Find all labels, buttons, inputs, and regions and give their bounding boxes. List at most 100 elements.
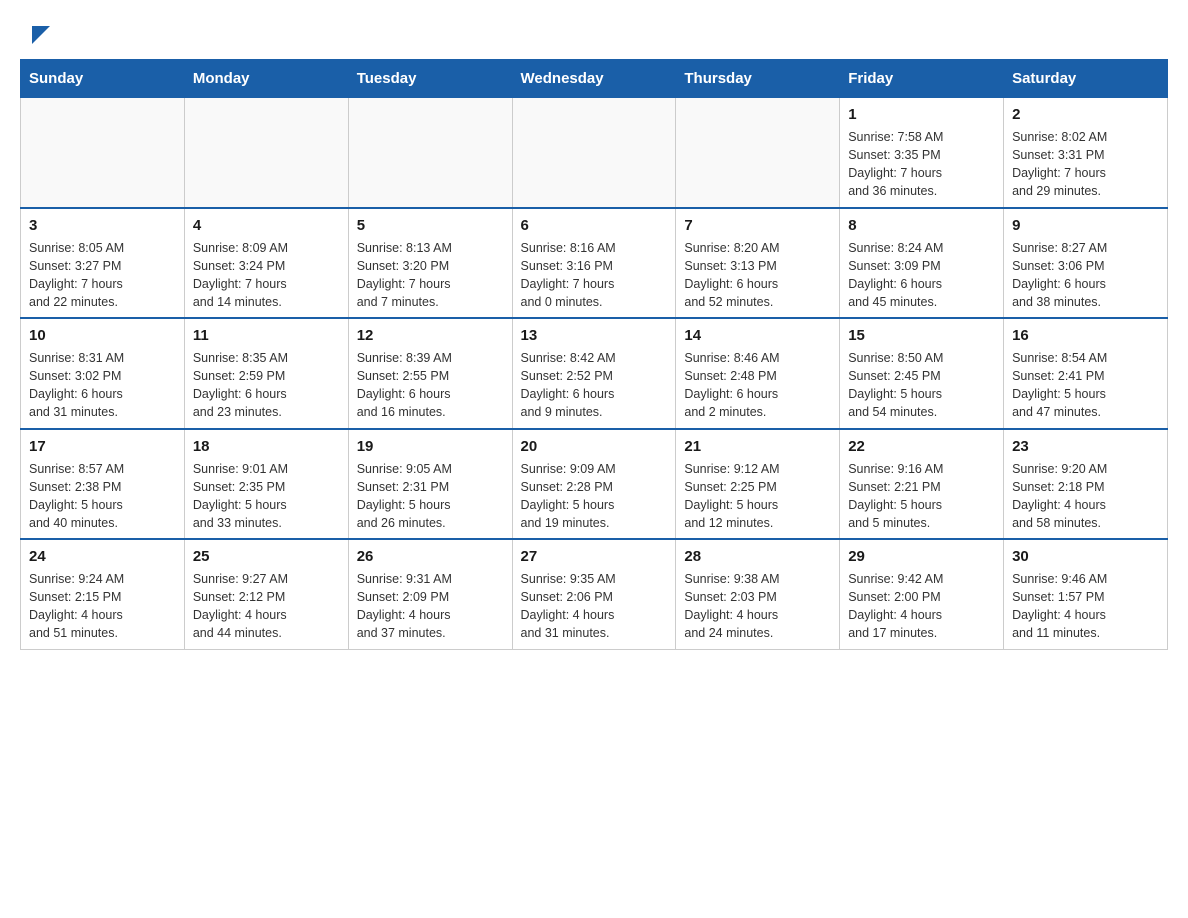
logo: Blue	[30, 20, 54, 49]
day-info: Sunrise: 8:39 AMSunset: 2:55 PMDaylight:…	[357, 349, 504, 422]
calendar-cell: 24 Sunrise: 9:24 AMSunset: 2:15 PMDayligh…	[21, 539, 185, 649]
weekday-header-monday: Monday	[184, 60, 348, 98]
calendar-cell: 23 Sunrise: 9:20 AMSunset: 2:18 PMDayligh…	[1004, 429, 1168, 540]
calendar-cell: 20 Sunrise: 9:09 AMSunset: 2:28 PMDayligh…	[512, 429, 676, 540]
calendar-table: SundayMondayTuesdayWednesdayThursdayFrid…	[20, 59, 1168, 650]
day-info: Sunrise: 8:13 AMSunset: 3:20 PMDaylight:…	[357, 239, 504, 312]
calendar-cell	[348, 98, 512, 208]
calendar-cell: 29 Sunrise: 9:42 AMSunset: 2:00 PMDayligh…	[840, 539, 1004, 649]
day-number: 23	[1012, 436, 1159, 457]
day-number: 21	[684, 436, 831, 457]
calendar-week-row: 10 Sunrise: 8:31 AMSunset: 3:02 PMDayligh…	[21, 318, 1168, 429]
day-info: Sunrise: 8:16 AMSunset: 3:16 PMDaylight:…	[521, 239, 668, 312]
day-info: Sunrise: 9:12 AMSunset: 2:25 PMDaylight:…	[684, 460, 831, 533]
calendar-wrapper: SundayMondayTuesdayWednesdayThursdayFrid…	[0, 59, 1188, 670]
calendar-cell	[512, 98, 676, 208]
day-info: Sunrise: 9:38 AMSunset: 2:03 PMDaylight:…	[684, 570, 831, 643]
calendar-cell: 17 Sunrise: 8:57 AMSunset: 2:38 PMDayligh…	[21, 429, 185, 540]
day-info: Sunrise: 9:01 AMSunset: 2:35 PMDaylight:…	[193, 460, 340, 533]
day-info: Sunrise: 8:02 AMSunset: 3:31 PMDaylight:…	[1012, 128, 1159, 201]
calendar-cell: 16 Sunrise: 8:54 AMSunset: 2:41 PMDayligh…	[1004, 318, 1168, 429]
day-number: 17	[29, 436, 176, 457]
day-info: Sunrise: 8:31 AMSunset: 3:02 PMDaylight:…	[29, 349, 176, 422]
day-info: Sunrise: 9:46 AMSunset: 1:57 PMDaylight:…	[1012, 570, 1159, 643]
calendar-cell: 21 Sunrise: 9:12 AMSunset: 2:25 PMDayligh…	[676, 429, 840, 540]
day-info: Sunrise: 9:09 AMSunset: 2:28 PMDaylight:…	[521, 460, 668, 533]
day-number: 24	[29, 546, 176, 567]
day-info: Sunrise: 8:20 AMSunset: 3:13 PMDaylight:…	[684, 239, 831, 312]
day-number: 18	[193, 436, 340, 457]
day-number: 6	[521, 215, 668, 236]
day-info: Sunrise: 9:24 AMSunset: 2:15 PMDaylight:…	[29, 570, 176, 643]
day-info: Sunrise: 8:09 AMSunset: 3:24 PMDaylight:…	[193, 239, 340, 312]
page-header: Blue	[0, 0, 1188, 59]
day-info: Sunrise: 8:54 AMSunset: 2:41 PMDaylight:…	[1012, 349, 1159, 422]
day-info: Sunrise: 9:20 AMSunset: 2:18 PMDaylight:…	[1012, 460, 1159, 533]
calendar-cell: 10 Sunrise: 8:31 AMSunset: 3:02 PMDayligh…	[21, 318, 185, 429]
day-number: 27	[521, 546, 668, 567]
day-info: Sunrise: 9:35 AMSunset: 2:06 PMDaylight:…	[521, 570, 668, 643]
day-number: 5	[357, 215, 504, 236]
weekday-header-wednesday: Wednesday	[512, 60, 676, 98]
calendar-week-row: 17 Sunrise: 8:57 AMSunset: 2:38 PMDayligh…	[21, 429, 1168, 540]
weekday-header-thursday: Thursday	[676, 60, 840, 98]
calendar-cell: 15 Sunrise: 8:50 AMSunset: 2:45 PMDayligh…	[840, 318, 1004, 429]
day-number: 9	[1012, 215, 1159, 236]
calendar-week-row: 1 Sunrise: 7:58 AMSunset: 3:35 PMDaylight…	[21, 98, 1168, 208]
calendar-cell: 19 Sunrise: 9:05 AMSunset: 2:31 PMDayligh…	[348, 429, 512, 540]
calendar-cell: 6 Sunrise: 8:16 AMSunset: 3:16 PMDaylight…	[512, 208, 676, 319]
calendar-cell: 7 Sunrise: 8:20 AMSunset: 3:13 PMDaylight…	[676, 208, 840, 319]
day-number: 15	[848, 325, 995, 346]
weekday-header-saturday: Saturday	[1004, 60, 1168, 98]
calendar-cell: 26Sunrise: 9:31 AMSunset: 2:09 PMDayligh…	[348, 539, 512, 649]
day-info: Sunrise: 9:42 AMSunset: 2:00 PMDaylight:…	[848, 570, 995, 643]
day-number: 12	[357, 325, 504, 346]
calendar-cell: 27 Sunrise: 9:35 AMSunset: 2:06 PMDayligh…	[512, 539, 676, 649]
weekday-header-sunday: Sunday	[21, 60, 185, 98]
day-number: 22	[848, 436, 995, 457]
day-info: Sunrise: 8:24 AMSunset: 3:09 PMDaylight:…	[848, 239, 995, 312]
calendar-cell: 5 Sunrise: 8:13 AMSunset: 3:20 PMDaylight…	[348, 208, 512, 319]
calendar-cell: 3Sunrise: 8:05 AMSunset: 3:27 PMDaylight…	[21, 208, 185, 319]
day-info: Sunrise: 8:57 AMSunset: 2:38 PMDaylight:…	[29, 460, 176, 533]
calendar-cell: 25 Sunrise: 9:27 AMSunset: 2:12 PMDayligh…	[184, 539, 348, 649]
day-info: Sunrise: 7:58 AMSunset: 3:35 PMDaylight:…	[848, 128, 995, 201]
calendar-cell: 12 Sunrise: 8:39 AMSunset: 2:55 PMDayligh…	[348, 318, 512, 429]
day-number: 25	[193, 546, 340, 567]
calendar-cell	[676, 98, 840, 208]
logo-arrow-icon	[32, 26, 50, 44]
day-number: 26	[357, 546, 504, 567]
calendar-cell	[184, 98, 348, 208]
calendar-cell: 4 Sunrise: 8:09 AMSunset: 3:24 PMDaylight…	[184, 208, 348, 319]
day-info: Sunrise: 8:46 AMSunset: 2:48 PMDaylight:…	[684, 349, 831, 422]
day-info: Sunrise: 8:27 AMSunset: 3:06 PMDaylight:…	[1012, 239, 1159, 312]
day-number: 29	[848, 546, 995, 567]
day-info: Sunrise: 9:05 AMSunset: 2:31 PMDaylight:…	[357, 460, 504, 533]
day-number: 1	[848, 104, 995, 125]
calendar-header-row: SundayMondayTuesdayWednesdayThursdayFrid…	[21, 60, 1168, 98]
weekday-header-friday: Friday	[840, 60, 1004, 98]
day-number: 30	[1012, 546, 1159, 567]
day-number: 19	[357, 436, 504, 457]
calendar-cell: 13Sunrise: 8:42 AMSunset: 2:52 PMDayligh…	[512, 318, 676, 429]
calendar-cell: 9 Sunrise: 8:27 AMSunset: 3:06 PMDaylight…	[1004, 208, 1168, 319]
day-info: Sunrise: 8:50 AMSunset: 2:45 PMDaylight:…	[848, 349, 995, 422]
calendar-cell: 2 Sunrise: 8:02 AMSunset: 3:31 PMDaylight…	[1004, 98, 1168, 208]
weekday-header-tuesday: Tuesday	[348, 60, 512, 98]
day-number: 16	[1012, 325, 1159, 346]
day-number: 2	[1012, 104, 1159, 125]
day-number: 7	[684, 215, 831, 236]
calendar-cell: 22Sunrise: 9:16 AMSunset: 2:21 PMDayligh…	[840, 429, 1004, 540]
day-number: 10	[29, 325, 176, 346]
day-number: 13	[521, 325, 668, 346]
day-number: 14	[684, 325, 831, 346]
day-info: Sunrise: 9:27 AMSunset: 2:12 PMDaylight:…	[193, 570, 340, 643]
calendar-cell	[21, 98, 185, 208]
day-number: 28	[684, 546, 831, 567]
calendar-cell: 1 Sunrise: 7:58 AMSunset: 3:35 PMDaylight…	[840, 98, 1004, 208]
calendar-cell: 28 Sunrise: 9:38 AMSunset: 2:03 PMDayligh…	[676, 539, 840, 649]
day-number: 3	[29, 215, 176, 236]
calendar-cell: 8Sunrise: 8:24 AMSunset: 3:09 PMDaylight…	[840, 208, 1004, 319]
day-number: 4	[193, 215, 340, 236]
day-number: 20	[521, 436, 668, 457]
